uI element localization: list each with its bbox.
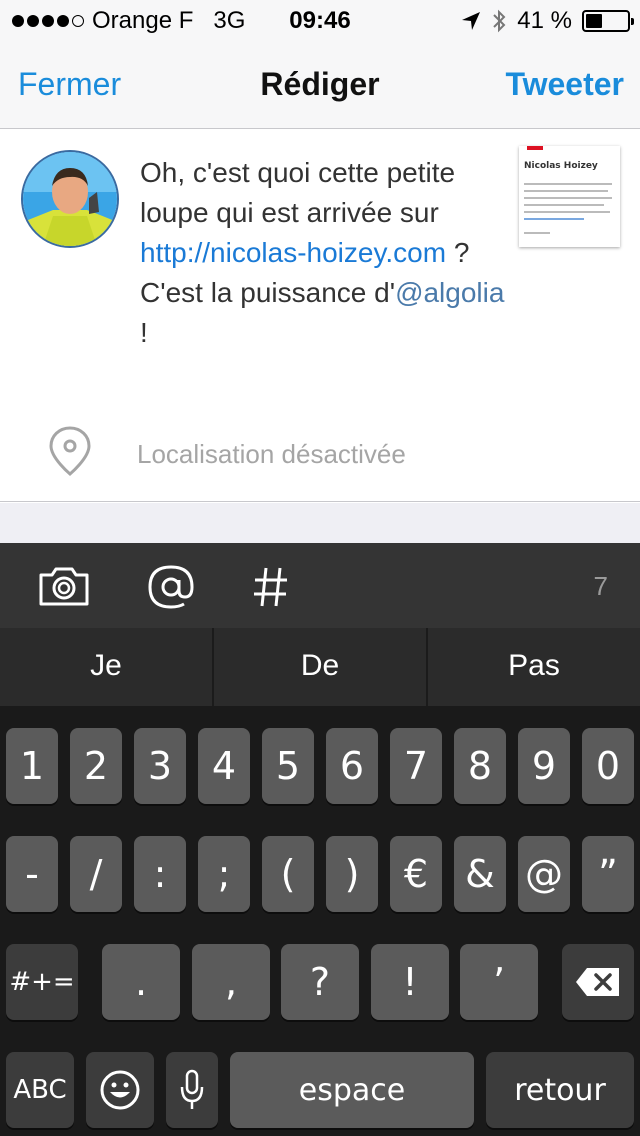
status-bar: Orange F 3G 09:46 41 % (0, 0, 640, 40)
symbols-mode-key[interactable]: #+= (6, 944, 78, 1020)
mention-icon[interactable] (146, 563, 196, 611)
space-key[interactable]: espace (230, 1052, 474, 1128)
key[interactable]: € (390, 836, 442, 912)
key[interactable]: : (134, 836, 186, 912)
key[interactable]: & (454, 836, 506, 912)
suggestion[interactable]: Je (0, 628, 214, 706)
bluetooth-icon (493, 9, 506, 33)
compose-footer-gap (0, 503, 640, 543)
backspace-key[interactable] (562, 944, 634, 1020)
key[interactable]: ; (198, 836, 250, 912)
key[interactable]: 6 (326, 728, 378, 804)
location-row[interactable]: Localisation désactivée (0, 425, 640, 485)
tweet-text-part: C'est la puissance d' (140, 277, 396, 308)
camera-icon[interactable] (38, 565, 90, 607)
preview-site-name: Nicolas Hoizey (524, 161, 598, 171)
dictation-key[interactable] (166, 1052, 218, 1128)
tweet-text-part: ! (140, 317, 148, 348)
battery-percent: 41 % (517, 7, 572, 34)
preview-logo-mark (527, 146, 543, 150)
tweet-text[interactable]: Oh, c'est quoi cette petite loupe qui es… (140, 153, 510, 353)
compose-toolbar: 7 (0, 543, 640, 628)
key[interactable]: @ (518, 836, 570, 912)
tweet-text-part: Oh, c'est quoi cette petite loupe qui es… (140, 157, 456, 228)
key[interactable]: / (70, 836, 122, 912)
microphone-icon (180, 1069, 204, 1109)
status-right: 41 % (461, 7, 634, 35)
key[interactable]: 5 (262, 728, 314, 804)
battery-icon (582, 10, 634, 32)
predictive-bar: Je De Pas (0, 628, 640, 706)
key[interactable]: ) (326, 836, 378, 912)
key[interactable]: 7 (390, 728, 442, 804)
keyboard: 1 2 3 4 5 6 7 8 9 0 - / : ; ( ) € & @ ” … (0, 706, 640, 1136)
suggestion[interactable]: De (214, 628, 428, 706)
location-pin-icon (49, 426, 91, 476)
emoji-icon (100, 1070, 140, 1110)
backspace-icon (576, 968, 619, 996)
key[interactable]: , (192, 944, 270, 1020)
key[interactable]: - (6, 836, 58, 912)
tweet-text-part: ? (446, 237, 470, 268)
top-bar: Orange F 3G 09:46 41 % Fermer Rédiger Tw… (0, 0, 640, 129)
close-button[interactable]: Fermer (18, 66, 121, 103)
key[interactable]: . (102, 944, 180, 1020)
key[interactable]: ’ (460, 944, 538, 1020)
key[interactable]: ( (262, 836, 314, 912)
link-preview-thumbnail[interactable]: Nicolas Hoizey (519, 146, 620, 247)
hashtag-icon[interactable] (252, 565, 290, 609)
key[interactable]: ? (281, 944, 359, 1020)
suggestion[interactable]: Pas (428, 628, 640, 706)
key[interactable]: 9 (518, 728, 570, 804)
key[interactable]: 3 (134, 728, 186, 804)
location-arrow-icon (462, 12, 481, 30)
key[interactable]: 2 (70, 728, 122, 804)
return-key[interactable]: retour (486, 1052, 634, 1128)
compose-area: Oh, c'est quoi cette petite loupe qui es… (0, 129, 640, 502)
key[interactable]: 4 (198, 728, 250, 804)
location-label: Localisation désactivée (137, 439, 406, 469)
key[interactable]: ! (371, 944, 449, 1020)
key[interactable]: ” (582, 836, 634, 912)
nav-bar: Fermer Rédiger Tweeter (0, 40, 640, 128)
emoji-key[interactable] (86, 1052, 154, 1128)
avatar (21, 150, 119, 248)
abc-key[interactable]: ABC (6, 1052, 74, 1128)
character-count: 7 (593, 571, 608, 601)
key[interactable]: 0 (582, 728, 634, 804)
key[interactable]: 8 (454, 728, 506, 804)
tweet-link[interactable]: http://nicolas-hoizey.com (140, 237, 446, 268)
tweet-mention[interactable]: @algolia (395, 277, 504, 308)
tweet-button[interactable]: Tweeter (505, 66, 624, 103)
key[interactable]: 1 (6, 728, 58, 804)
